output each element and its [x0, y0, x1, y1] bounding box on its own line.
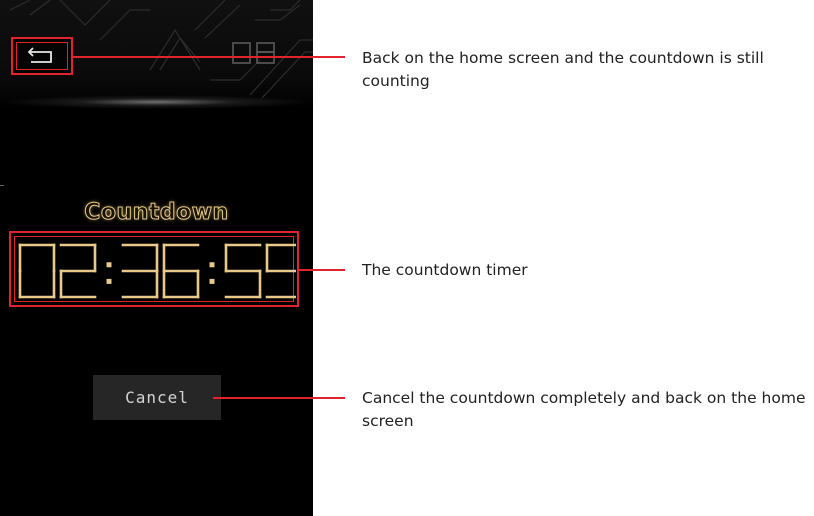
timer-digit-6 [162, 243, 200, 299]
header-divider-glow [0, 95, 313, 109]
callout-cancel-text: Cancel the countdown completely and back… [362, 389, 806, 430]
header-clock-digits [232, 42, 275, 64]
timer-digit-0 [18, 243, 56, 299]
callout-line-cancel [213, 397, 345, 399]
manual-page: Countdown Cancel Back on the home screen… [0, 0, 814, 516]
timer-digits [18, 243, 296, 299]
timer-colon [106, 262, 112, 284]
countdown-timer [9, 231, 299, 307]
callout-line-timer [299, 269, 345, 271]
timer-digit-3 [121, 243, 159, 299]
callout-line-back [73, 56, 345, 58]
cancel-button[interactable]: Cancel [93, 375, 221, 420]
back-button[interactable] [11, 37, 73, 75]
timer-digit-5 [224, 243, 262, 299]
timer-digit-2 [59, 243, 97, 299]
back-arrow-icon [27, 47, 52, 63]
callout-timer-text: The countdown timer [362, 261, 528, 279]
countdown-title: Countdown [84, 200, 229, 226]
edge-mark [0, 185, 4, 186]
app-screen: Countdown Cancel [0, 0, 313, 516]
timer-digit-9 [265, 243, 296, 299]
timer-colon [209, 262, 215, 284]
callout-back-text: Back on the home screen and the countdow… [362, 49, 764, 90]
